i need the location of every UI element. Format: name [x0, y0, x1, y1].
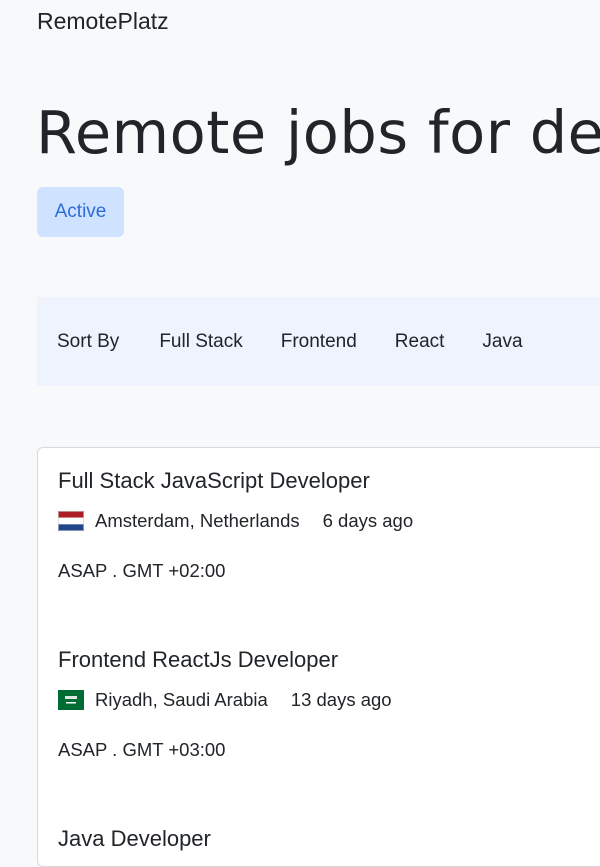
- brand-logo[interactable]: RemotePlatz: [37, 8, 169, 35]
- job-card[interactable]: Full Stack JavaScript Developer Amsterda…: [58, 468, 598, 582]
- netherlands-flag-icon: [58, 511, 84, 531]
- job-availability-timezone: ASAP . GMT +03:00: [58, 739, 226, 760]
- job-title[interactable]: Java Developer: [58, 826, 598, 852]
- page-title: Remote jobs for de: [36, 98, 600, 167]
- job-meta: Riyadh, Saudi Arabia 13 days ago: [58, 689, 598, 711]
- job-location: Amsterdam, Netherlands: [95, 510, 300, 531]
- filter-react[interactable]: React: [395, 331, 445, 353]
- filter-full-stack[interactable]: Full Stack: [159, 331, 242, 353]
- filter-frontend[interactable]: Frontend: [281, 331, 357, 353]
- filter-java[interactable]: Java: [482, 331, 522, 353]
- active-status-button[interactable]: Active: [37, 187, 124, 237]
- job-posted-date: 13 days ago: [290, 689, 392, 710]
- job-list: Full Stack JavaScript Developer Amsterda…: [37, 447, 600, 867]
- job-meta: Amsterdam, Netherlands 6 days ago: [58, 510, 598, 532]
- sort-filter-bar: Sort By Full Stack Frontend React Java: [37, 297, 600, 386]
- job-title[interactable]: Full Stack JavaScript Developer: [58, 468, 598, 494]
- job-card[interactable]: Frontend ReactJs Developer Riyadh, Saudi…: [58, 647, 598, 761]
- job-posted-date: 6 days ago: [322, 510, 414, 531]
- job-location: Riyadh, Saudi Arabia: [95, 689, 268, 710]
- job-title[interactable]: Frontend ReactJs Developer: [58, 647, 598, 673]
- saudi-arabia-flag-icon: [58, 690, 84, 710]
- sort-by-label: Sort By: [57, 330, 120, 352]
- job-availability-timezone: ASAP . GMT +02:00: [58, 560, 226, 581]
- job-card[interactable]: Java Developer: [58, 826, 598, 852]
